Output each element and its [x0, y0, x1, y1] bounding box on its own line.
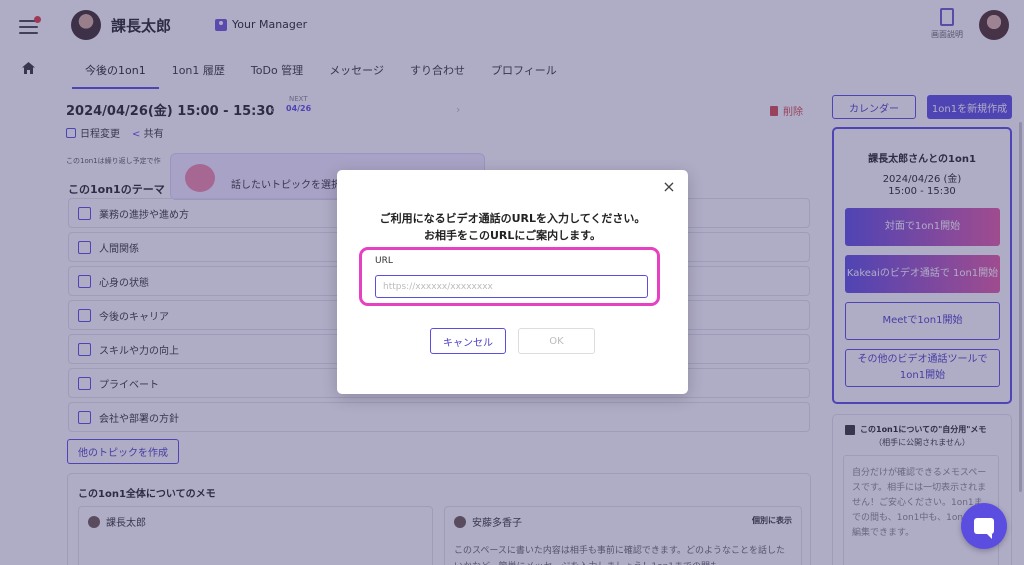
ok-button[interactable]: OK	[518, 328, 595, 354]
video-url-dialog: × ご利用になるビデオ通話のURLを入力してください。 お相手をこのURLにご案…	[337, 170, 688, 394]
url-label: URL	[375, 256, 393, 266]
chat-button[interactable]	[961, 503, 1007, 549]
cancel-button[interactable]: キャンセル	[430, 328, 506, 354]
close-icon[interactable]: ×	[662, 179, 676, 195]
dialog-message: ご利用になるビデオ通話のURLを入力してください。 お相手をこのURLにご案内し…	[379, 212, 646, 242]
chat-icon	[974, 518, 994, 539]
page: 課長太郎 Your Manager 画面説明 今後の1on1 1on1 履歴 T…	[0, 0, 1024, 565]
url-input[interactable]	[375, 275, 648, 298]
